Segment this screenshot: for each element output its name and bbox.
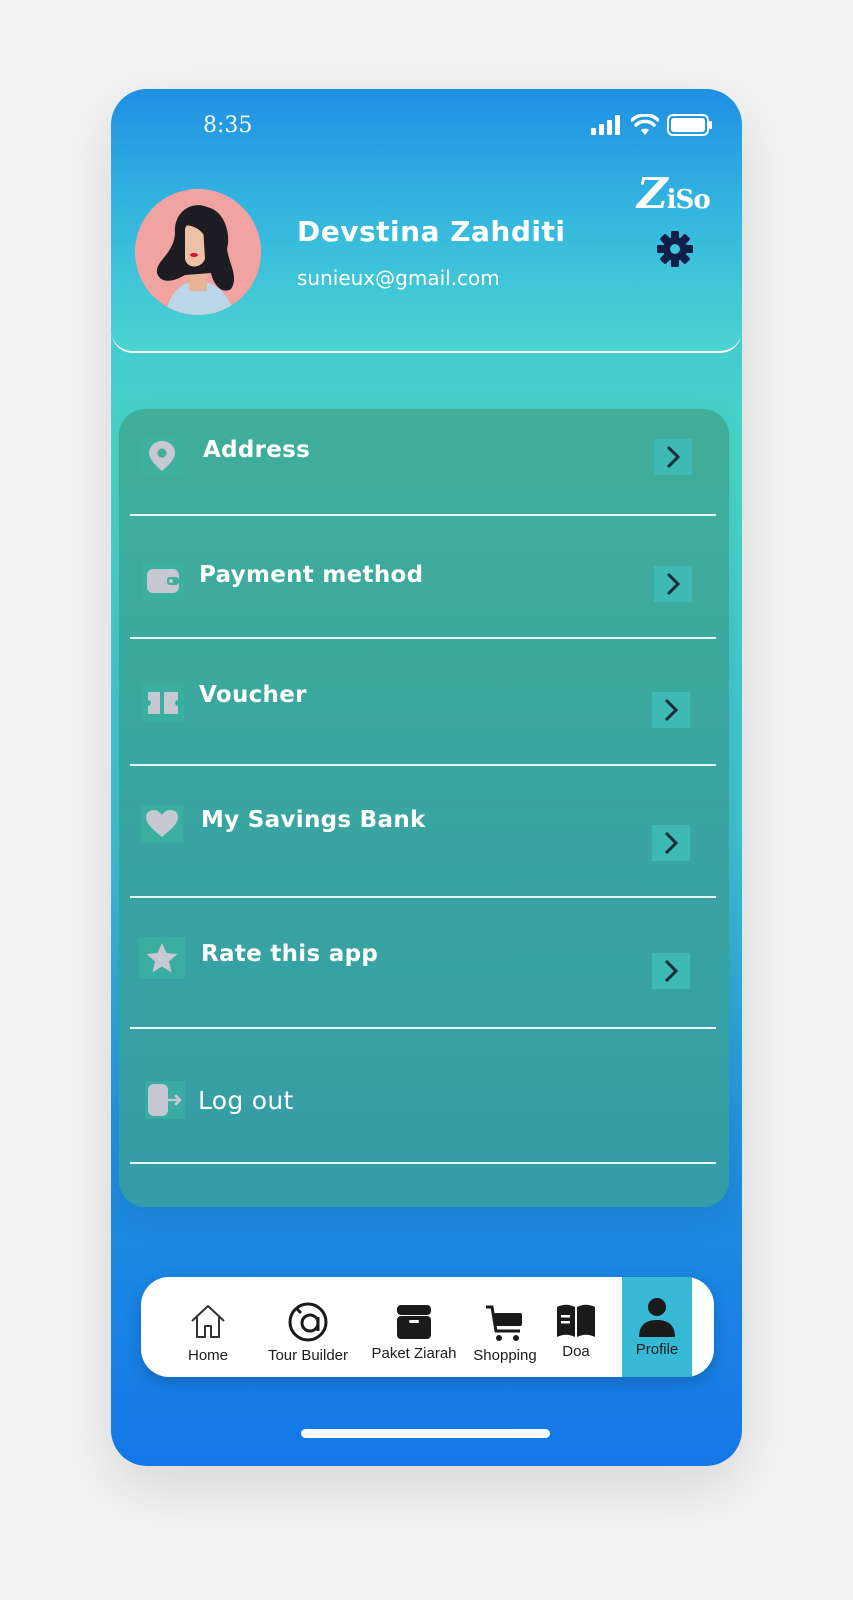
user-email: sunieux@gmail.com [297,266,500,290]
tab-doa[interactable]: Doa [546,1277,606,1377]
home-icon [191,1305,225,1338]
menu-label-savings-bank: My Savings Bank [201,807,426,833]
phone-screen: 8:35 ZiSo Devstina Zahditi sunieux@gmail… [111,89,742,1466]
avatar-illustration [135,189,261,315]
tab-label-tour-builder: Tour Builder [267,1347,349,1364]
tab-home[interactable]: Home [179,1277,237,1377]
menu-item-voucher[interactable]: Voucher [119,640,729,767]
tab-label-doa: Doa [562,1343,590,1360]
cart-icon [486,1305,522,1341]
ziso-logo: ZiSo [637,169,711,218]
signal-icon [591,115,620,135]
star-icon [139,937,185,979]
ticket-icon [142,684,184,722]
chevron-right-icon [652,953,690,989]
tab-label-shopping: Shopping [473,1347,537,1364]
menu-item-payment-method[interactable]: Payment method [119,516,729,640]
tab-label-profile: Profile [635,1341,679,1358]
tab-profile[interactable]: Profile [622,1277,692,1377]
location-pin-icon [141,437,183,475]
home-indicator[interactable] [301,1429,550,1438]
settings-gear-icon[interactable] [655,229,695,269]
menu-item-address[interactable]: Address [119,409,729,516]
chevron-right-icon [654,566,692,602]
tab-label-paket-ziarah: Paket Ziarah [371,1345,457,1362]
user-name: Devstina Zahditi [297,215,566,248]
tab-tour-builder[interactable]: Tour Builder [253,1277,363,1377]
menu-label-log-out: Log out [198,1086,294,1115]
profile-header: 8:35 ZiSo Devstina Zahditi sunieux@gmail… [111,89,742,353]
menu-label-rate-app: Rate this app [201,941,379,967]
logout-icon [145,1081,185,1119]
menu-label-payment-method: Payment method [199,562,424,588]
menu-label-address: Address [203,437,311,463]
tour-builder-icon [288,1302,328,1342]
menu-divider [130,1162,716,1164]
package-box-icon [397,1305,431,1339]
tab-shopping[interactable]: Shopping [467,1277,543,1377]
logo-z: Z [637,169,668,218]
profile-menu: Address Payment method Voucher My Saving… [119,409,729,1207]
user-icon [639,1298,675,1337]
avatar[interactable] [135,189,261,315]
chevron-right-icon [652,692,690,728]
wallet-icon [142,562,184,600]
status-icons [591,114,713,136]
book-icon [557,1304,595,1337]
heart-icon [141,805,183,843]
chevron-right-icon [652,825,690,861]
tab-label-home: Home [187,1347,228,1364]
menu-divider [130,637,716,639]
tab-paket-ziarah[interactable]: Paket Ziarah [363,1277,465,1377]
battery-icon [667,114,712,136]
wifi-icon [631,114,659,135]
chevron-right-icon [654,439,692,475]
bottom-tab-bar: Home Tour Builder Paket Ziarah Shopping … [141,1277,714,1377]
logo-text: iSo [666,185,711,215]
menu-item-rate-app[interactable]: Rate this app [119,899,729,1029]
menu-item-log-out[interactable]: Log out [119,1029,729,1169]
menu-divider [130,764,716,766]
menu-label-voucher: Voucher [199,682,307,708]
status-time: 8:35 [203,113,253,138]
menu-divider [130,896,716,898]
menu-item-savings-bank[interactable]: My Savings Bank [119,767,729,899]
